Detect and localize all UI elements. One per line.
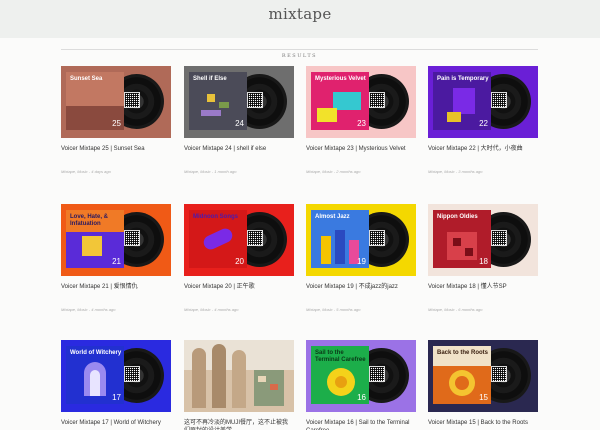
album-cover: Shell if Else 24	[189, 72, 247, 130]
card-thumbnail[interactable]: Shell if Else 24	[184, 66, 294, 138]
qr-code-icon	[369, 230, 385, 246]
results-divider: RESULTS	[61, 44, 538, 59]
cover-title: Pain is Temporary	[437, 76, 489, 82]
cover-number: 20	[235, 257, 244, 266]
card-title[interactable]: Voicer Mixtape 19 | 不成jazz的jazz	[306, 284, 426, 292]
album-cover: Mysterious Velvet 23	[311, 72, 369, 130]
card-title[interactable]: Voicer Mixtape 17 | World of Witchery	[61, 420, 181, 428]
qr-code-icon	[491, 230, 507, 246]
cover-number: 18	[479, 257, 488, 266]
cover-number: 22	[479, 119, 488, 128]
card-thumbnail[interactable]: Almost Jazz 19	[306, 204, 416, 276]
card-meta: Mixtape, Music - 4 months ago	[61, 307, 116, 312]
qr-code-icon	[124, 366, 140, 382]
cover-title: Almost Jazz	[315, 214, 350, 220]
card-title[interactable]: Voicer Mixtape 23 | Mysterious Velvet	[306, 146, 426, 154]
album-cover: Sail to the Terminal Carefree 16	[311, 346, 369, 404]
qr-code-icon	[491, 366, 507, 382]
card-title[interactable]: Voicer Mixtape 18 | 懂人节SP	[428, 284, 548, 292]
qr-code-icon	[247, 92, 263, 108]
album-cover: Back to the Roots 15	[433, 346, 491, 404]
card-thumbnail[interactable]: Sail to the Terminal Carefree 16	[306, 340, 416, 412]
card-meta: Mixtape, Music - 3 months ago	[428, 169, 483, 174]
cover-number: 24	[235, 119, 244, 128]
album-cover: Love, Hate, & Infatuation 21	[66, 210, 124, 268]
cover-title: Nippon Oldies	[437, 214, 478, 220]
cover-number: 15	[479, 393, 488, 402]
card-title[interactable]: Voicer Mixtape 24 | shell if else	[184, 146, 304, 154]
card-thumbnail[interactable]: Mysterious Velvet 23	[306, 66, 416, 138]
card-meta: Mixtape, Music - 2 months ago	[306, 169, 361, 174]
qr-code-icon	[124, 230, 140, 246]
qr-code-icon	[124, 92, 140, 108]
cover-title: Midnoon Songs	[193, 214, 238, 220]
card-meta: Mixtape, Music - 5 months ago	[306, 307, 361, 312]
album-cover: Pain is Temporary 22	[433, 72, 491, 130]
cover-number: 16	[357, 393, 366, 402]
card-title[interactable]: Voicer Mixtape 22 | 大时代，小夜曲	[428, 146, 548, 154]
cover-number: 21	[112, 257, 121, 266]
cover-title: Sail to the Terminal Carefree	[315, 350, 366, 363]
card-thumbnail[interactable]: World of Witchery 17	[61, 340, 171, 412]
album-cover: Almost Jazz 19	[311, 210, 369, 268]
site-title[interactable]: mixtape	[0, 5, 600, 23]
cover-number: 19	[357, 257, 366, 266]
cover-number: 23	[357, 119, 366, 128]
qr-code-icon	[369, 366, 385, 382]
cover-title: Sunset Sea	[70, 76, 103, 82]
cover-title: Shell if Else	[193, 76, 227, 82]
card-thumbnail[interactable]	[184, 340, 294, 412]
site-header: mixtape	[0, 0, 600, 38]
cover-title: Mysterious Velvet	[315, 76, 366, 82]
card-title[interactable]: Voicer Mixtape 15 | Back to the Roots	[428, 420, 548, 428]
card-title[interactable]: Voicer Mixtape 20 | 正午歌	[184, 284, 304, 292]
results-label: RESULTS	[276, 53, 323, 59]
card-thumbnail[interactable]: Back to the Roots 15	[428, 340, 538, 412]
card-thumbnail[interactable]: Nippon Oldies 18	[428, 204, 538, 276]
qr-code-icon	[369, 92, 385, 108]
album-cover: Sunset Sea 25	[66, 72, 124, 130]
card-title[interactable]: Voicer Mixtape 21 | 爱恨情仇	[61, 284, 181, 292]
card-title[interactable]: Voicer Mixtape 16 | Sail to the Terminal…	[306, 420, 414, 430]
card-meta: Mixtape, Music - 4 months ago	[184, 307, 239, 312]
cover-number: 25	[112, 119, 121, 128]
card-meta: Mixtape, Music - 1 month ago	[184, 169, 237, 174]
card-title[interactable]: Voicer Mixtape 25 | Sunset Sea	[61, 146, 181, 154]
card-meta: Mixtape, Music - 6 months ago	[428, 307, 483, 312]
qr-code-icon	[247, 230, 263, 246]
album-cover: Midnoon Songs 20	[189, 210, 247, 268]
card-thumbnail[interactable]: Sunset Sea 25	[61, 66, 171, 138]
cover-number: 17	[112, 393, 121, 402]
card-meta: Mixtape, Music - 4 days ago	[61, 169, 111, 174]
card-title[interactable]: 这可不再冷淡的MUJI餐厅，这不止被我们原封的设计美学	[184, 420, 292, 430]
cover-title: Love, Hate, & Infatuation	[70, 214, 109, 227]
card-thumbnail[interactable]: Midnoon Songs 20	[184, 204, 294, 276]
card-thumbnail[interactable]: Pain is Temporary 22	[428, 66, 538, 138]
cover-title: Back to the Roots	[437, 350, 489, 356]
card-thumbnail[interactable]: Love, Hate, & Infatuation 21	[61, 204, 171, 276]
qr-code-icon	[491, 92, 507, 108]
album-cover: World of Witchery 17	[66, 346, 124, 404]
album-cover: Nippon Oldies 18	[433, 210, 491, 268]
cover-title: World of Witchery	[70, 350, 122, 356]
